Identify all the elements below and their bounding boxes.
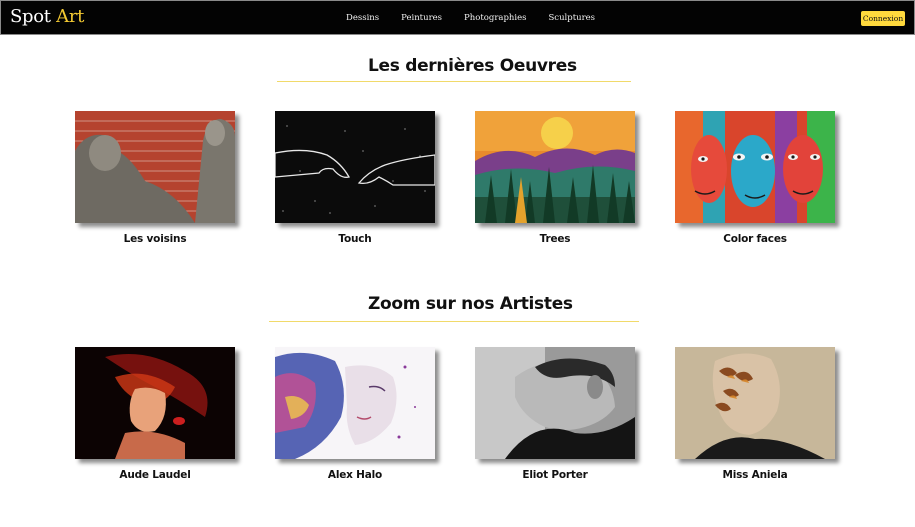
artwork-card[interactable]: Les voisins — [75, 111, 235, 245]
brand-name: Spot — [10, 6, 57, 27]
artist-image-miss-aniela[interactable] — [675, 347, 835, 459]
works-section-title: Les dernières Oeuvres — [368, 56, 577, 76]
artwork-image-touch[interactable] — [275, 111, 435, 223]
nav-link-photographies[interactable]: Photographies — [464, 13, 526, 23]
artist-image-eliot-porter[interactable] — [475, 347, 635, 459]
nav-link-peintures[interactable]: Peintures — [401, 13, 442, 23]
artwork-image-color-faces[interactable] — [675, 111, 835, 223]
artwork-card[interactable]: Touch — [275, 111, 435, 245]
artist-card[interactable]: Aude Laudel — [75, 347, 235, 481]
artist-name[interactable]: Aude Laudel — [75, 469, 235, 481]
artwork-title[interactable]: Color faces — [675, 233, 835, 245]
artist-card[interactable]: Miss Aniela — [675, 347, 835, 481]
artwork-title[interactable]: Les voisins — [75, 233, 235, 245]
artist-name[interactable]: Alex Halo — [275, 469, 435, 481]
artist-image-alex-halo[interactable] — [275, 347, 435, 459]
top-navbar: Spot Art Dessins Peintures Photographies… — [0, 0, 915, 35]
brand-accent: Art — [56, 6, 85, 27]
main-nav: Dessins Peintures Photographies Sculptur… — [346, 13, 617, 23]
artwork-card[interactable]: Trees — [475, 111, 635, 245]
artist-name[interactable]: Miss Aniela — [675, 469, 835, 481]
artwork-image-les-voisins[interactable] — [75, 111, 235, 223]
artwork-card[interactable]: Color faces — [675, 111, 835, 245]
nav-link-dessins[interactable]: Dessins — [346, 13, 379, 23]
artists-section-title: Zoom sur nos Artistes — [368, 294, 573, 314]
artist-card[interactable]: Alex Halo — [275, 347, 435, 481]
artists-section-divider — [269, 321, 639, 322]
site-logo[interactable]: Spot Art — [10, 6, 84, 27]
nav-link-sculptures[interactable]: Sculptures — [548, 13, 595, 23]
artist-card[interactable]: Eliot Porter — [475, 347, 635, 481]
artist-name[interactable]: Eliot Porter — [475, 469, 635, 481]
artwork-title[interactable]: Trees — [475, 233, 635, 245]
artist-image-aude-laudel[interactable] — [75, 347, 235, 459]
artwork-image-trees[interactable] — [475, 111, 635, 223]
login-button[interactable]: Connexion — [861, 11, 905, 26]
artwork-title[interactable]: Touch — [275, 233, 435, 245]
works-section-divider — [277, 81, 631, 82]
